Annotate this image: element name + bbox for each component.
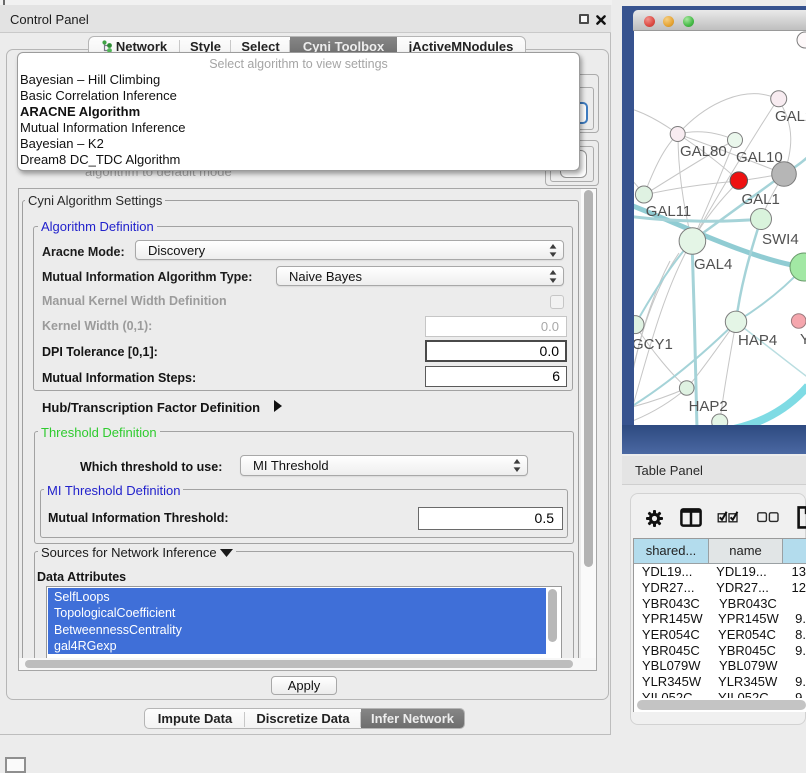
svg-text:SWI4: SWI4	[762, 231, 799, 248]
svg-text:HAP2: HAP2	[689, 398, 728, 415]
svg-text:HAP4: HAP4	[738, 332, 777, 349]
svg-text:GAL2: GAL2	[775, 108, 806, 125]
svg-text:Y: Y	[800, 331, 806, 348]
svg-text:GAL11: GAL11	[646, 203, 692, 220]
svg-text:GAL1: GAL1	[742, 191, 780, 208]
svg-text:GAL10: GAL10	[736, 149, 783, 166]
svg-text:GAL4: GAL4	[694, 256, 732, 273]
svg-text:GCY1: GCY1	[634, 336, 673, 353]
svg-text:GAL80: GAL80	[680, 143, 727, 160]
